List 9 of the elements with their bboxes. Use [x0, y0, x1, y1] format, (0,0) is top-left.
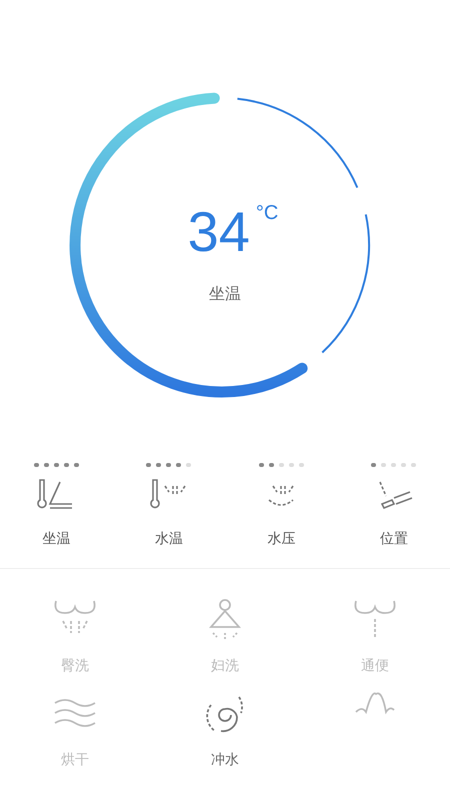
setting-button[interactable]: 水温 [112, 462, 225, 548]
gauge-label: 坐温 [209, 284, 241, 305]
setting-button[interactable]: 坐温 [0, 462, 112, 548]
temperature-value: 34 [188, 200, 250, 264]
wave-icon [355, 691, 395, 715]
setting-button[interactable]: 水压 [225, 462, 338, 548]
function-button[interactable]: 冲水 [150, 691, 300, 769]
temperature-unit: °C [256, 202, 278, 225]
setting-button[interactable]: 位置 [338, 462, 450, 548]
